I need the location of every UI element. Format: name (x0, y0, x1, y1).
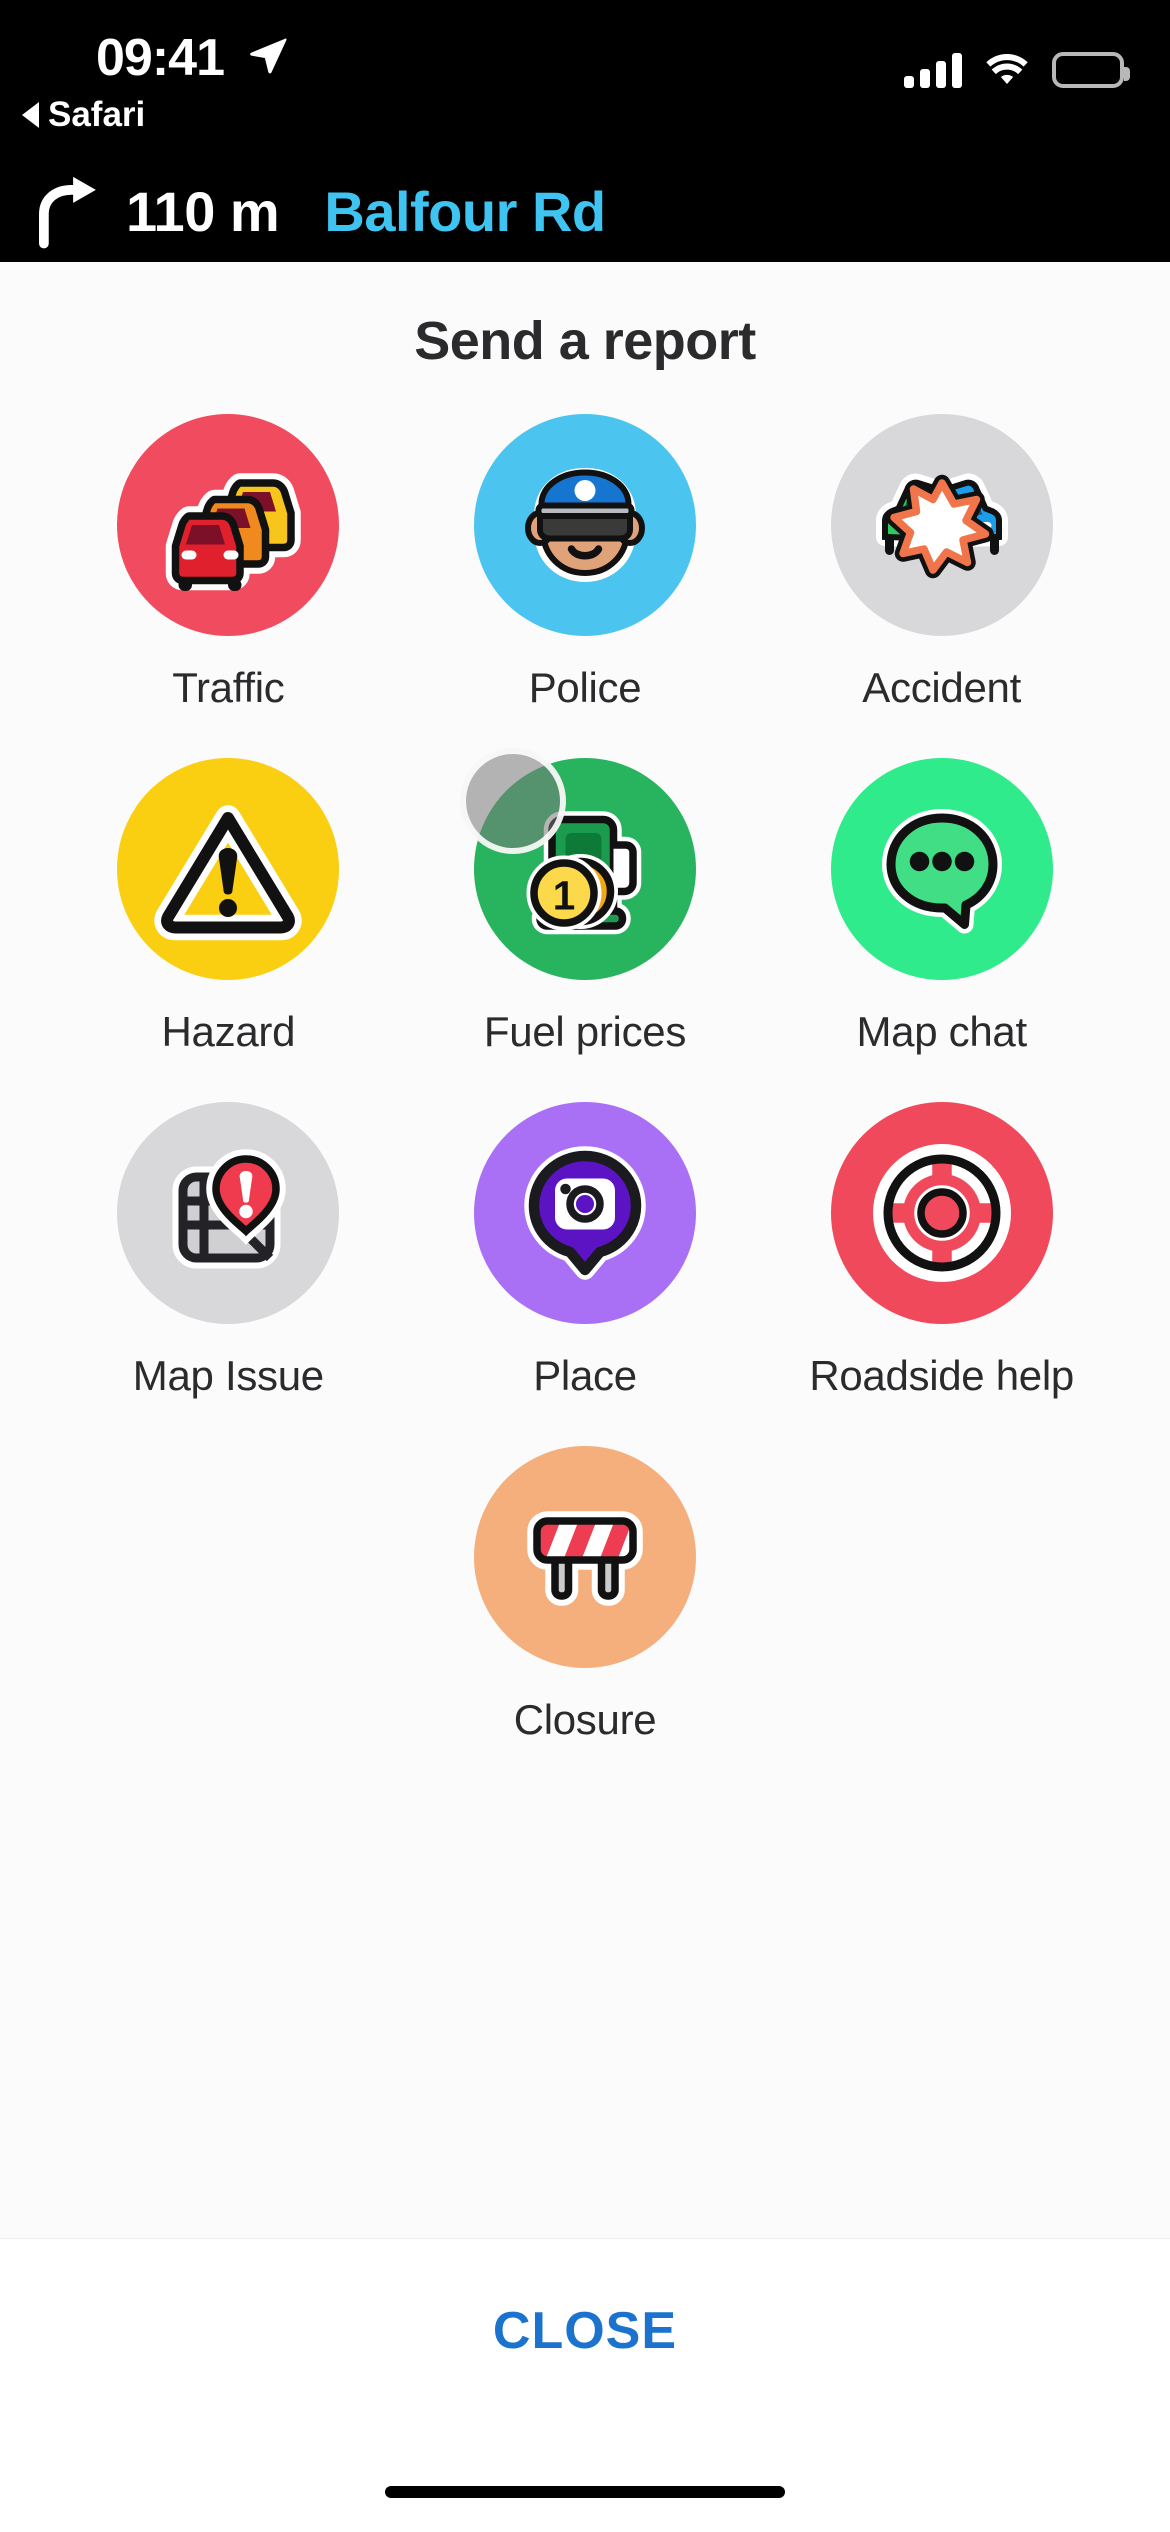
report-option-map-issue[interactable]: Map Issue (50, 1102, 407, 1400)
report-option-roadside-help[interactable]: Roadside help (763, 1102, 1120, 1400)
report-type-grid: Traffic Police Accident Hazard 1 Fuel pr… (0, 414, 1170, 1790)
report-option-label: Place (533, 1352, 637, 1399)
report-option-hazard[interactable]: Hazard (50, 758, 407, 1056)
report-option-label: Fuel prices (483, 1008, 687, 1055)
report-option-closure[interactable]: Closure (50, 1446, 1120, 1744)
cellular-signal-icon (904, 52, 962, 88)
navigation-instruction: 110 m Balfour Rd (126, 179, 606, 244)
report-option-map-chat[interactable]: Map chat (763, 758, 1120, 1056)
send-report-sheet: Send a report Traffic Police Accident Ha… (0, 262, 1170, 2532)
road-barrier-icon (474, 1446, 696, 1668)
waze-report-screen: 09:41 Safari 110 m Balfour Rd Send a rep… (0, 0, 1170, 2532)
navigation-distance: 110 m (126, 179, 280, 243)
report-option-label: Accident (862, 664, 1021, 711)
chat-bubble-icon (830, 758, 1053, 980)
traffic-jam-icon (117, 414, 340, 636)
wifi-icon (986, 53, 1028, 85)
battery-icon (1052, 52, 1130, 88)
page-title: Send a report (414, 311, 756, 371)
status-bar-indicators (904, 52, 1130, 88)
report-option-label: Police (528, 664, 642, 711)
navigation-banner: 110 m Balfour Rd (0, 160, 1170, 262)
report-option-label: Map Issue (132, 1352, 324, 1399)
police-officer-icon (473, 414, 696, 636)
report-option-label: Roadside help (809, 1352, 1074, 1399)
report-option-place[interactable]: Place (407, 1102, 764, 1400)
svg-text:1: 1 (553, 873, 576, 919)
report-option-label: Map chat (856, 1008, 1027, 1055)
location-arrow-icon (250, 38, 287, 74)
home-indicator[interactable] (385, 2486, 785, 2498)
car-crash-icon (830, 414, 1053, 636)
report-option-police[interactable]: Police (407, 414, 764, 712)
report-option-label: Hazard (161, 1008, 296, 1055)
report-option-fuel-prices[interactable]: 1 Fuel prices (407, 748, 764, 1056)
close-bar: CLOSE (0, 2238, 1170, 2532)
report-option-accident[interactable]: Accident (763, 414, 1120, 712)
life-ring-icon (830, 1102, 1053, 1324)
back-triangle-icon (22, 102, 39, 128)
report-option-traffic[interactable]: Traffic (50, 414, 407, 712)
warning-triangle-icon (117, 758, 340, 980)
status-bar-clock: 09:41 (96, 29, 225, 87)
report-option-label: Closure (513, 1696, 657, 1743)
turn-right-arrow-icon (39, 176, 96, 249)
fuel-pump-icon: 1 (459, 748, 696, 980)
place-pin-camera-icon (473, 1102, 696, 1324)
report-option-label: Traffic (172, 664, 285, 711)
navigation-street-name: Balfour Rd (324, 179, 606, 243)
close-button[interactable]: CLOSE (0, 2301, 1170, 2361)
back-to-safari-link[interactable]: Safari (22, 95, 145, 135)
press-feedback-overlay (459, 748, 566, 854)
back-label: Safari (48, 95, 146, 134)
map-alert-icon (117, 1102, 340, 1324)
